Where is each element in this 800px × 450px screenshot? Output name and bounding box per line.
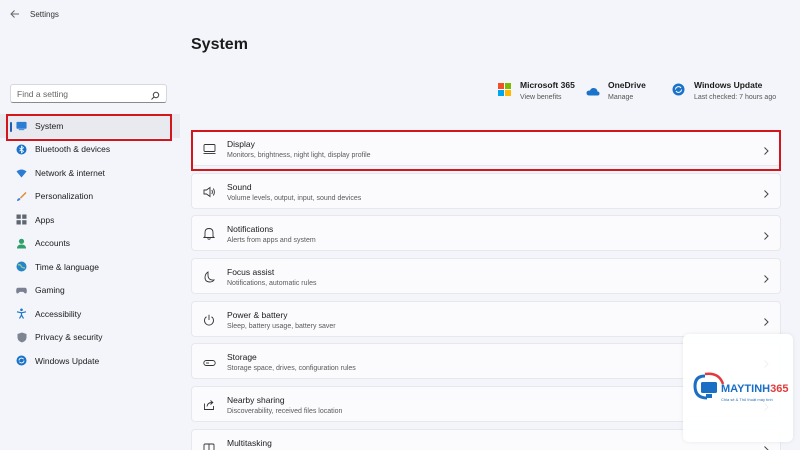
card-subtitle: Discoverability, received files location xyxy=(227,408,343,416)
wifi-icon xyxy=(16,167,27,178)
sidebar-item-label: Privacy & security xyxy=(35,332,103,343)
chevron-right-icon xyxy=(762,442,770,450)
quick-link-subtitle: View benefits xyxy=(520,94,562,101)
sidebar-item-label: Accessibility xyxy=(35,308,82,319)
page-title: System xyxy=(191,36,248,53)
update-icon xyxy=(672,83,686,97)
moon-icon xyxy=(203,270,216,283)
title-bar: Settings xyxy=(0,0,800,30)
person-icon xyxy=(16,238,27,249)
chevron-right-icon xyxy=(762,228,770,241)
back-arrow-icon[interactable] xyxy=(8,8,22,22)
apps-icon xyxy=(16,214,27,225)
globe-icon xyxy=(16,261,27,272)
sidebar-item-gaming[interactable]: Gaming xyxy=(0,279,180,303)
display-icon xyxy=(203,142,216,155)
svg-text:MAYTINH365: MAYTINH365 xyxy=(721,383,788,395)
card-title: Multitasking xyxy=(227,437,272,448)
brush-icon xyxy=(16,191,27,202)
shield-icon xyxy=(16,332,27,343)
card-title: Storage xyxy=(227,352,257,363)
power-icon xyxy=(203,313,216,326)
sidebar-item-accessibility[interactable]: Accessibility xyxy=(0,302,180,326)
sidebar-item-label: Network & internet xyxy=(35,167,105,178)
sidebar-item-privacy[interactable]: Privacy & security xyxy=(0,326,180,350)
chevron-right-icon xyxy=(762,186,770,198)
quick-link-title: Windows Update xyxy=(694,80,763,90)
sidebar-item-label: Windows Update xyxy=(35,355,100,366)
accessibility-icon xyxy=(16,308,27,320)
card-title: Notifications xyxy=(227,224,274,235)
sidebar-item-label: Personalization xyxy=(35,191,94,202)
cloud-icon xyxy=(586,83,600,97)
card-sound[interactable]: Sound Volume levels, output, input, soun… xyxy=(191,172,781,209)
card-focus-assist[interactable]: Focus assist Notifications, automatic ru… xyxy=(191,258,781,295)
update-icon xyxy=(16,355,27,366)
quick-link-subtitle: Last checked: 7 hours ago xyxy=(694,94,777,101)
sidebar-item-label: Bluetooth & devices xyxy=(35,144,111,155)
card-subtitle: Alerts from apps and system xyxy=(227,237,316,245)
card-display[interactable]: Display Monitors, brightness, night ligh… xyxy=(191,130,781,166)
multitask-icon xyxy=(203,441,216,450)
quick-link-microsoft-365[interactable]: Microsoft 365 View benefits xyxy=(498,80,575,101)
card-notifications[interactable]: Notifications Alerts from apps and syste… xyxy=(191,215,781,252)
storage-icon xyxy=(203,355,216,368)
sidebar-nav: System Bluetooth & devices Network & int… xyxy=(0,114,180,373)
microsoft-logo-icon xyxy=(498,83,512,97)
sidebar-item-label: Time & language xyxy=(35,261,99,272)
sidebar-item-personalization[interactable]: Personalization xyxy=(0,185,180,209)
sidebar-item-label: Gaming xyxy=(35,285,65,296)
card-title: Power & battery xyxy=(227,309,288,320)
gamepad-icon xyxy=(16,285,27,296)
sidebar-item-windows-update[interactable]: Windows Update xyxy=(0,349,180,373)
search-icon[interactable] xyxy=(150,88,160,100)
card-title: Sound xyxy=(227,181,252,192)
quick-link-title: Microsoft 365 xyxy=(520,80,575,90)
sidebar-item-apps[interactable]: Apps xyxy=(0,208,180,232)
speaker-icon xyxy=(203,185,216,198)
card-power-battery[interactable]: Power & battery Sleep, battery usage, ba… xyxy=(191,300,781,337)
sidebar-item-system[interactable]: System xyxy=(0,114,180,138)
card-subtitle: Storage space, drives, configuration rul… xyxy=(227,365,356,373)
chevron-right-icon xyxy=(762,143,770,155)
bluetooth-icon xyxy=(16,144,27,155)
monitor-icon xyxy=(16,120,27,131)
quick-link-onedrive[interactable]: OneDrive Manage xyxy=(586,80,646,101)
sidebar-item-label: Apps xyxy=(35,214,55,225)
quick-link-title: OneDrive xyxy=(608,80,646,90)
card-subtitle: Monitors, brightness, night light, displ… xyxy=(227,152,371,159)
chevron-right-icon xyxy=(762,271,770,283)
sidebar-item-label: Accounts xyxy=(35,238,70,249)
share-icon xyxy=(203,398,216,411)
quick-link-subtitle: Manage xyxy=(608,94,634,101)
card-title: Display xyxy=(227,139,255,149)
card-title: Focus assist xyxy=(227,267,275,278)
quick-link-windows-update[interactable]: Windows Update Last checked: 7 hours ago xyxy=(672,80,776,101)
sidebar-item-time-language[interactable]: Time & language xyxy=(0,255,180,279)
search-box[interactable] xyxy=(10,84,167,103)
sidebar-item-bluetooth[interactable]: Bluetooth & devices xyxy=(0,138,180,162)
card-subtitle: Notifications, automatic rules xyxy=(227,280,317,288)
card-subtitle: Volume levels, output, input, sound devi… xyxy=(227,194,362,202)
sidebar-item-label: System xyxy=(35,120,64,131)
app-title: Settings xyxy=(30,10,59,19)
search-input[interactable] xyxy=(17,88,147,99)
sidebar-item-accounts[interactable]: Accounts xyxy=(0,232,180,256)
chevron-right-icon xyxy=(762,314,770,326)
svg-text:Chia sẻ & Thủ thuật máy tính: Chia sẻ & Thủ thuật máy tính xyxy=(721,397,773,402)
bell-icon xyxy=(202,227,216,241)
card-subtitle: Sleep, battery usage, battery saver xyxy=(227,322,336,330)
card-title: Nearby sharing xyxy=(227,395,285,406)
sidebar-item-network[interactable]: Network & internet xyxy=(0,161,180,185)
watermark-logo: MAYTINH365 Chia sẻ & Thủ thuật máy tính xyxy=(683,334,793,442)
